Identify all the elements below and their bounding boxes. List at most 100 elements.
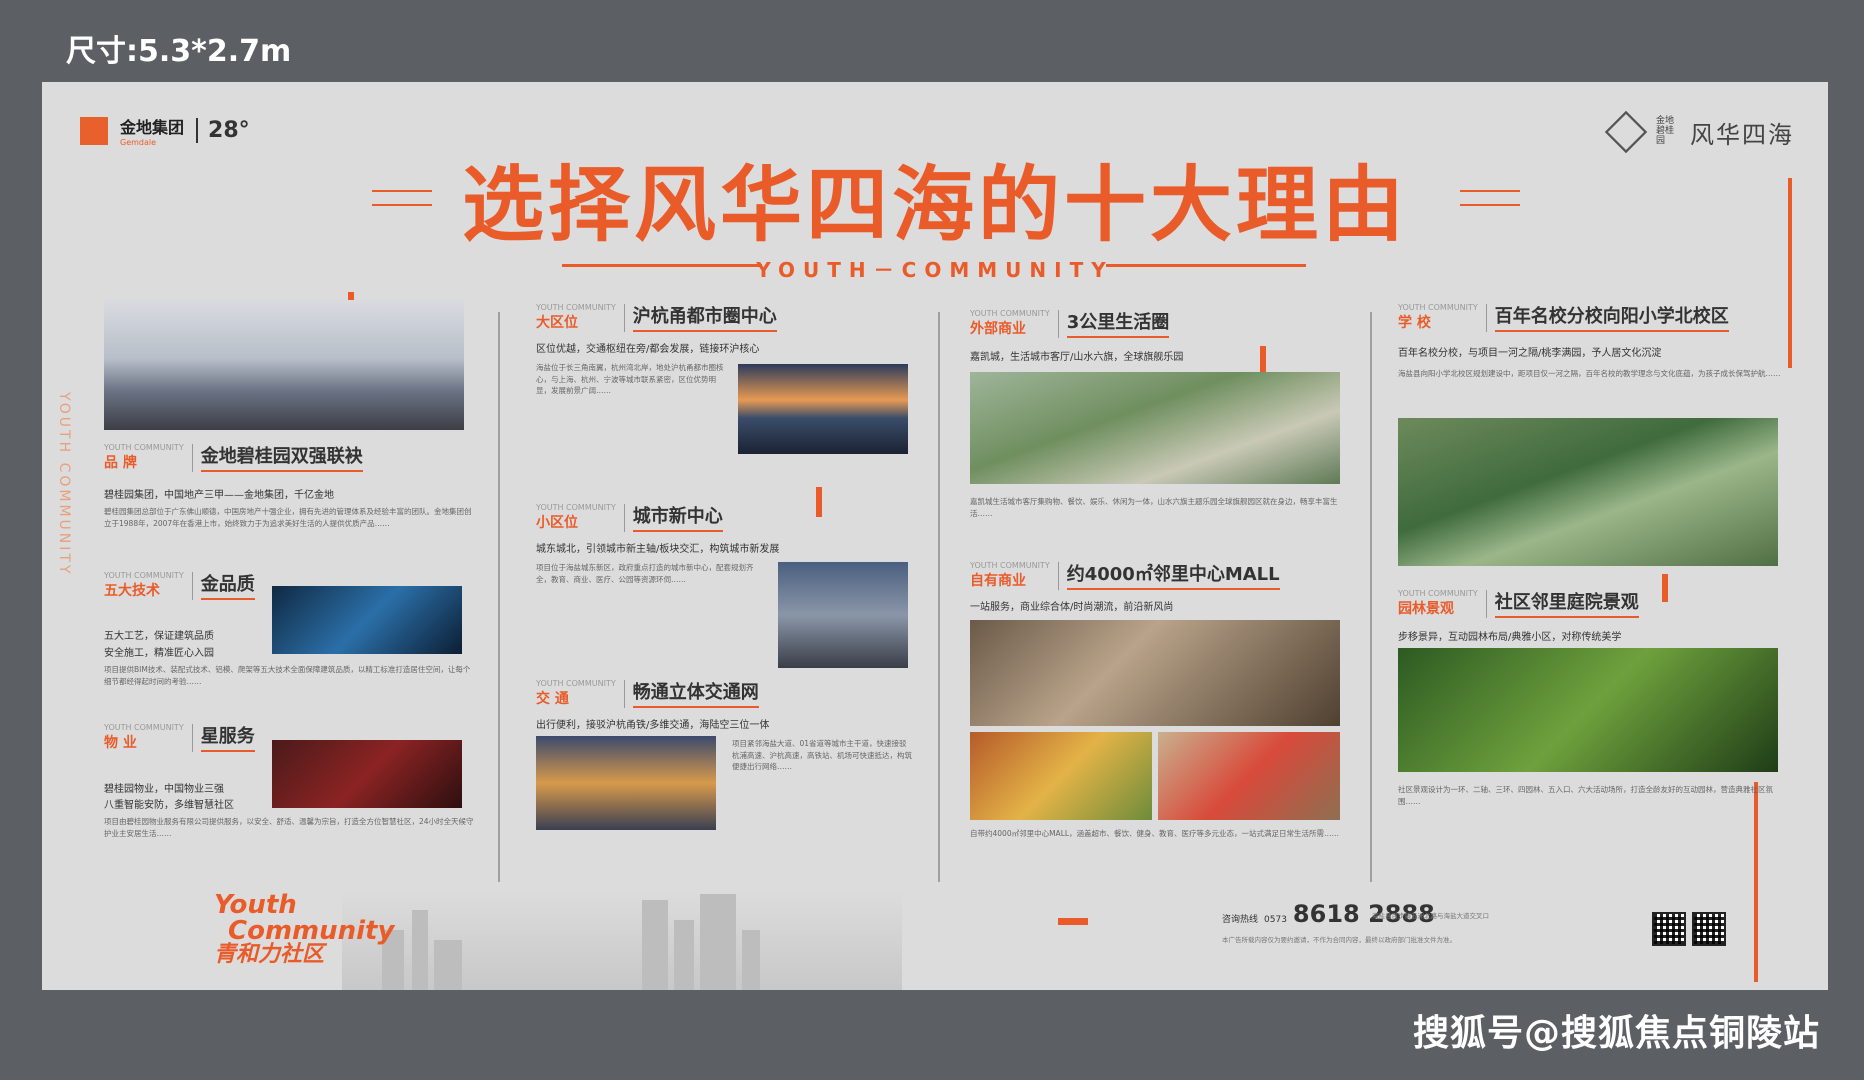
subtitle: YOUTH－COMMUNITY [756, 258, 1114, 282]
heading-service: 星服务 [200, 722, 255, 752]
youth-sign-cn: 青和力社区 [214, 942, 325, 967]
column-divider [938, 312, 940, 882]
body-district: 项目位于海盐城东新区，政府重点打造的城市新中心，配套规划齐全，教育、商业、医疗、… [536, 563, 754, 584]
body-school: 海盐县向阳小学北校区规划建设中，距项目仅一河之隔，百年名校的教学理念与文化底蕴，… [1398, 369, 1781, 378]
aerial-park-photo [970, 372, 1340, 484]
sub-commerce-outer: 嘉凯城，生活城市客厅/山水六旗，全球旗舰乐园 [970, 352, 1184, 363]
heading-commerce-own: 约4000㎡邻里中心MALL [1066, 560, 1280, 590]
accent-bar [1754, 782, 1758, 982]
body-location: 海盐位于长三角南翼，杭州湾北岸，地处沪杭甬都市圈核心，与上海、杭州、宁波等城市联… [536, 363, 724, 396]
city-skyline-photo [104, 300, 464, 430]
category-service: 物 业 [104, 735, 137, 751]
section-traffic-header: YOUTH COMMUNITY 交 通 畅通立体交通网 [536, 678, 759, 708]
tag-small: YOUTH COMMUNITY [104, 723, 184, 732]
qr-code-icon [1652, 912, 1686, 946]
section-service-header: YOUTH COMMUNITY 物 业 星服务 [104, 722, 255, 752]
category-commerce-outer: 外部商业 [970, 321, 1026, 337]
category-school: 学 校 [1398, 315, 1431, 331]
tag-small: YOUTH COMMUNITY [536, 503, 616, 512]
main-title: 选择风华四海的十大理由 [461, 158, 1408, 253]
heading-commerce-outer: 3公里生活圈 [1066, 308, 1170, 338]
contact-label: 咨询热线 [1222, 915, 1259, 925]
accent-bar [816, 487, 822, 517]
category-traffic: 交 通 [536, 691, 569, 707]
tag-small: YOUTH COMMUNITY [536, 303, 616, 312]
tag-small: YOUTH COMMUNITY [1398, 303, 1478, 312]
sub-landscape: 步移景异，互动园林布局/典雅小区，对称传统美学 [1398, 632, 1622, 643]
section-district-header: YOUTH COMMUNITY 小区位 城市新中心 [536, 502, 723, 532]
logo-group-name: 金地集团 [120, 118, 185, 137]
column-divider [1370, 312, 1372, 882]
section-location-header: YOUTH COMMUNITY 大区位 沪杭甬都市圈中心 [536, 302, 777, 332]
section-brand-header: YOUTH COMMUNITY 品 牌 金地碧桂园双强联袂 [104, 442, 363, 472]
category-brand: 品 牌 [104, 455, 137, 471]
tag-small: YOUTH COMMUNITY [536, 679, 616, 688]
contact-area: 0573 [1264, 915, 1287, 925]
heading-traffic: 畅通立体交通网 [632, 678, 759, 708]
body-commerce-own: 自带约4000㎡邻里中心MALL，涵盖超市、餐饮、健身、教育、医疗等多元业态，一… [970, 829, 1340, 838]
cafe-street-photo [970, 620, 1340, 726]
sub-traffic: 出行便利，接驳沪杭甬铁/多维交通，海陆空三位一体 [536, 720, 770, 731]
size-label: 尺寸:5.3*2.7m [66, 34, 292, 69]
title-deco-right [1460, 190, 1520, 206]
tower-photo [778, 562, 908, 668]
body-commerce-outer: 嘉凯城生活城市客厅集购物、餐饮、娱乐、休闲为一体，山水六旗主题乐园全球旗舰园区就… [970, 497, 1338, 518]
night-city-photo [738, 364, 908, 454]
section-school-header: YOUTH COMMUNITY 学 校 百年名校分校向阳小学北校区 [1398, 302, 1729, 332]
road-interchange-photo [536, 736, 716, 830]
footer-note: 本广告所载内容仅为要约邀请，不作为合同内容，最终以政府部门批准文件为准。 [1222, 936, 1456, 944]
heading-tech: 金品质 [200, 570, 255, 600]
service-photo [272, 740, 462, 808]
sub-tech-1: 五大工艺，保证建筑品质 [104, 631, 214, 642]
tag-small: YOUTH COMMUNITY [970, 309, 1050, 318]
category-district: 小区位 [536, 515, 578, 531]
sub-service-2: 八重智能安防，多维智慧社区 [104, 800, 234, 811]
category-location: 大区位 [536, 315, 578, 331]
qr-code-icon [1692, 912, 1726, 946]
subtitle-line-right [1106, 264, 1306, 267]
category-commerce-own: 自有商业 [970, 573, 1026, 589]
vertical-text: YOUTH COMMUNITY [56, 392, 72, 577]
garden-photo [1398, 648, 1778, 772]
sub-location: 区位优越，交通枢纽在旁/都会发展，链接环沪核心 [536, 344, 760, 355]
youth-sign-line2: Community [228, 916, 395, 946]
tag-small: YOUTH COMMUNITY [970, 561, 1050, 570]
accent-dash [1058, 918, 1088, 925]
category-landscape: 园林景观 [1398, 601, 1454, 617]
section-landscape-header: YOUTH COMMUNITY 园林景观 社区邻里庭院景观 [1398, 588, 1639, 618]
heading-brand: 金地碧桂园双强联袂 [200, 442, 363, 472]
board: 金地集团 Gemdale 28° 金地 碧桂园 风华四海 选择风华四海的十大理由… [42, 82, 1828, 990]
body-brand: 碧桂园集团总部位于广东佛山顺德，中国房地产十强企业，拥有先进的管理体系及经验丰富… [104, 507, 472, 528]
section-commerce-outer-header: YOUTH COMMUNITY 外部商业 3公里生活圈 [970, 308, 1170, 338]
skyline-illustration [342, 890, 902, 990]
sub-brand: 碧桂园集团，中国地产三甲——金地集团，千亿金地 [104, 490, 334, 501]
sub-district: 城东城北，引领城市新主轴/板块交汇，构筑城市新发展 [536, 544, 780, 555]
accent-bar [1662, 574, 1668, 602]
youth-sign-line1: Youth [214, 890, 297, 920]
youth-community-signature: Youth Community 青和力社区 [214, 892, 394, 966]
body-landscape: 社区景观设计为一环、二轴、三环、四园林、五入口、六大活动场所，打造全龄友好的互动… [1398, 785, 1773, 806]
school-aerial-photo [1398, 418, 1778, 566]
accent-bar [1788, 178, 1792, 368]
supermarket-photo [970, 732, 1152, 820]
tag-small: YOUTH COMMUNITY [104, 443, 184, 452]
body-service: 项目由碧桂园物业服务有限公司提供服务，以安全、舒适、温馨为宗旨，打造全方位智慧社… [104, 817, 474, 838]
tag-small: YOUTH COMMUNITY [104, 571, 184, 580]
sub-service-1: 碧桂园物业，中国物业三强 [104, 784, 224, 795]
contact-address: 海盐县百步镇五洲北路与海盐大道交叉口 [1372, 912, 1489, 920]
category-tech: 五大技术 [104, 583, 160, 599]
column-divider [498, 312, 500, 882]
sub-school: 百年名校分校，与项目一河之隔/桃李满园，予人居文化沉淀 [1398, 348, 1662, 359]
tech-photo [272, 586, 462, 654]
flower-shop-photo [1158, 732, 1340, 820]
body-tech: 项目提供BIM技术、装配式技术、铝模、爬架等五大技术全面保障建筑品质，以精工标准… [104, 665, 471, 686]
sub-tech-2: 安全施工，精准匠心入园 [104, 648, 214, 659]
section-commerce-own-header: YOUTH COMMUNITY 自有商业 约4000㎡邻里中心MALL [970, 560, 1280, 590]
tag-small: YOUTH COMMUNITY [1398, 589, 1478, 598]
watermark: 搜狐号@搜狐焦点铜陵站 [1412, 1013, 1820, 1054]
heading-landscape: 社区邻里庭院景观 [1494, 588, 1639, 618]
heading-district: 城市新中心 [632, 502, 723, 532]
heading-school: 百年名校分校向阳小学北校区 [1494, 302, 1729, 332]
sub-commerce-own: 一站服务，商业综合体/时尚潮流，前沿新风尚 [970, 602, 1174, 613]
heading-location: 沪杭甬都市圈中心 [632, 302, 777, 332]
